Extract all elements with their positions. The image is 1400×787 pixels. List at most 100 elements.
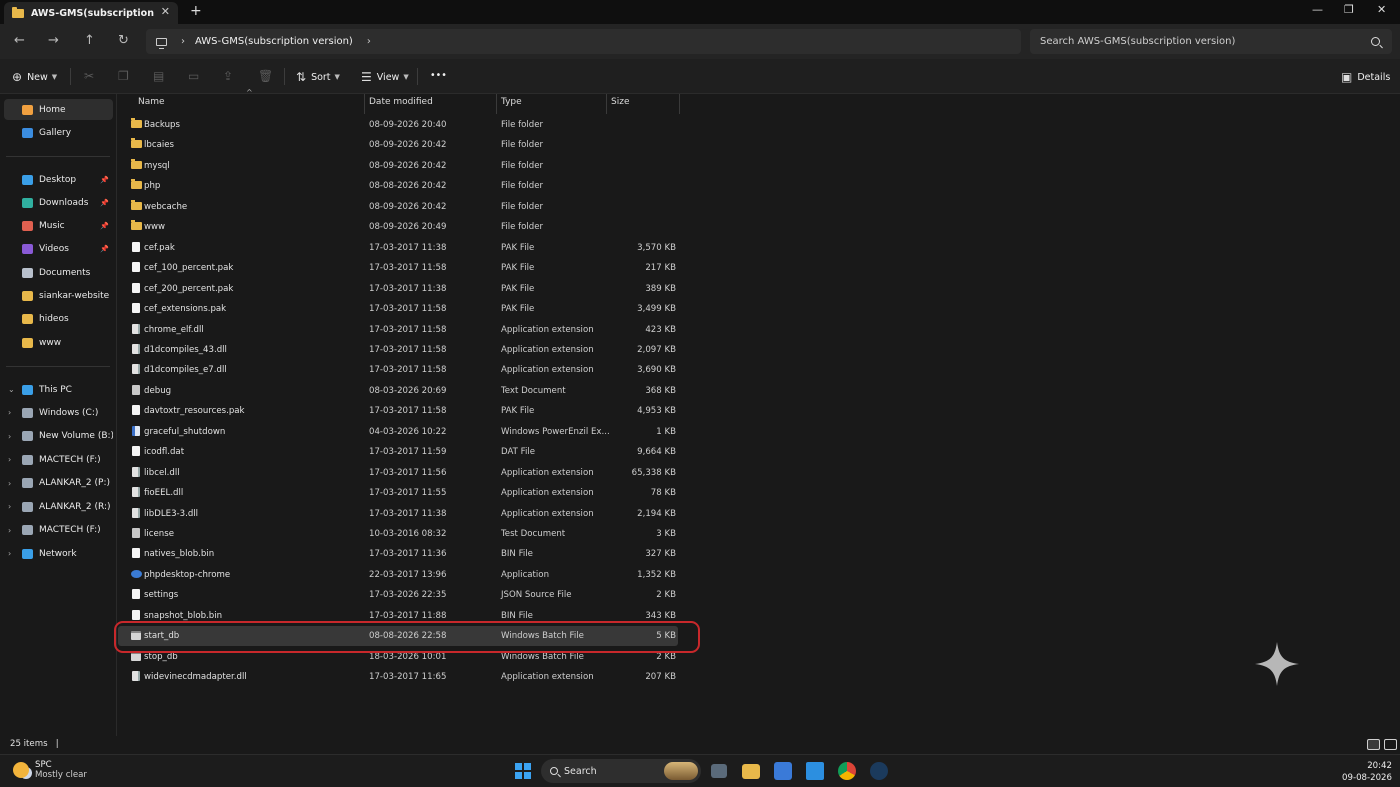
chevron-right-icon[interactable]: › (8, 549, 18, 558)
chevron-right-icon[interactable]: › (181, 36, 185, 47)
paste-icon[interactable]: ▤ (153, 69, 164, 83)
file-row[interactable]: davtoxtr_resources.pak 17-03-2017 11:58 PA… (118, 401, 678, 421)
tiles-view-button[interactable] (1384, 739, 1397, 750)
file-row[interactable]: libcel.dll 17-03-2017 11:56 Application ex… (118, 463, 678, 483)
taskbar-search[interactable]: Search (541, 759, 701, 783)
sidebar-item-network[interactable]: › Network (4, 543, 113, 564)
sidebar-item-videos[interactable]: Videos 📌 (4, 239, 113, 260)
file-row[interactable]: www 08-09-2026 20:49 File folder (118, 217, 678, 237)
forward-arrow-icon[interactable]: → (48, 33, 59, 48)
file-row[interactable]: cef_extensions.pak 17-03-2017 11:58 PAK Fi… (118, 299, 678, 319)
sidebar-item-this-pc[interactable]: ⌄ This PC (4, 379, 113, 400)
weather-title: SPC (35, 760, 52, 770)
file-row[interactable]: phpdesktop-chrome 22-03-2017 13:96 Applica… (118, 565, 678, 585)
column-header-type[interactable]: Type (501, 97, 522, 107)
column-header-date[interactable]: Date modified (369, 97, 433, 107)
file-row[interactable]: debug 08-03-2026 20:69 Text Document 368 KB (118, 381, 678, 401)
sidebar-item-siankar-website[interactable]: siankar-website (4, 286, 113, 307)
explorer-tab[interactable]: AWS-GMS(subscription version) ✕ (4, 2, 178, 24)
sidebar-item-desktop[interactable]: Desktop 📌 (4, 169, 113, 190)
new-button[interactable]: ⊕ New ▼ (12, 70, 57, 84)
file-row[interactable]: license 10-03-2016 08:32 Test Document 3 KB (118, 524, 678, 544)
sidebar-item-downloads[interactable]: Downloads 📌 (4, 192, 113, 213)
file-row[interactable]: cef_100_percent.pak 17-03-2017 11:58 PAK F… (118, 258, 678, 278)
sidebar-item-home[interactable]: Home (4, 99, 113, 120)
task-view-icon[interactable] (711, 764, 727, 778)
file-row[interactable]: graceful_shutdown 04-03-2026 10:22 Windows… (118, 422, 678, 442)
chrome-icon[interactable] (838, 762, 856, 780)
file-row[interactable]: mysql 08-09-2026 20:42 File folder (118, 156, 678, 176)
new-tab-button[interactable]: + (190, 3, 202, 19)
refresh-icon[interactable]: ↻ (118, 33, 129, 48)
back-arrow-icon[interactable]: ← (14, 33, 25, 48)
file-row[interactable]: libDLE3-3.dll 17-03-2017 11:38 Application… (118, 504, 678, 524)
file-row[interactable]: d1dcompiles_e7.dll 17-03-2017 11:58 Applic… (118, 360, 678, 380)
chevron-right-icon[interactable]: › (367, 36, 371, 47)
store-icon[interactable] (774, 762, 792, 780)
file-row[interactable]: d1dcompiles_43.dll 17-03-2017 11:58 Applic… (118, 340, 678, 360)
copy-icon[interactable]: ❐ (118, 69, 129, 83)
sidebar-item-music[interactable]: Music 📌 (4, 216, 113, 237)
up-arrow-icon[interactable]: ↑ (84, 33, 95, 48)
column-header-name[interactable]: Name (138, 97, 165, 107)
file-row[interactable]: fioEEL.dll 17-03-2017 11:55 Application ex… (118, 483, 678, 503)
file-row[interactable]: php 08-08-2026 20:42 File folder (118, 176, 678, 196)
sidebar-item-mactech-f[interactable]: › MACTECH (F:) (4, 520, 113, 541)
details-button[interactable]: ▣ Details (1341, 70, 1390, 84)
search-input[interactable]: Search AWS-GMS(subscription version) (1040, 36, 1371, 47)
file-row[interactable]: widevinecdmadapter.dll 17-03-2017 11:65 Ap… (118, 667, 678, 687)
file-row[interactable]: cef.pak 17-03-2017 11:38 PAK File 3,570 KB (118, 238, 678, 258)
sidebar-item-alankar-2-r[interactable]: › ALANKAR_2 (R:) (4, 496, 113, 517)
delete-icon[interactable]: 🗑 (258, 69, 273, 83)
chevron-right-icon[interactable]: › (8, 408, 18, 417)
close-window-button[interactable]: ✕ (1377, 3, 1386, 16)
vscode-icon[interactable] (806, 762, 824, 780)
file-row[interactable]: lbcaies 08-09-2026 20:42 File folder (118, 135, 678, 155)
sidebar-item-gallery[interactable]: Gallery (4, 122, 113, 143)
windows-start-icon[interactable] (515, 763, 531, 779)
sidebar-item-windows-c[interactable]: › Windows (C:) (4, 402, 113, 423)
steam-icon[interactable] (870, 762, 888, 780)
sidebar-item-alankar-2-p[interactable]: › ALANKAR_2 (P:) (4, 473, 113, 494)
sidebar-item-mactech-f[interactable]: › MACTECH (F:) (4, 449, 113, 470)
weather-widget[interactable]: SPC Mostly clear (13, 760, 87, 780)
clock[interactable]: 20:42 09-08-2026 (1342, 760, 1392, 784)
close-tab-icon[interactable]: ✕ (161, 5, 170, 18)
sort-button[interactable]: ⇅ Sort ▼ (296, 70, 340, 84)
sidebar-item-documents[interactable]: Documents (4, 262, 113, 283)
chevron-right-icon[interactable]: › (8, 526, 18, 535)
chevron-right-icon[interactable]: › (8, 502, 18, 511)
column-divider[interactable] (679, 94, 680, 114)
search-box[interactable]: Search AWS-GMS(subscription version) (1030, 29, 1392, 54)
view-button[interactable]: ☰ View ▼ (361, 70, 409, 84)
file-explorer-icon[interactable] (742, 764, 760, 779)
share-icon[interactable]: ⇪ (223, 69, 233, 83)
file-row[interactable]: webcache 08-09-2026 20:42 File folder (118, 197, 678, 217)
chevron-right-icon[interactable]: › (8, 479, 18, 488)
sidebar-item-hideos[interactable]: hideos (4, 309, 113, 330)
column-divider[interactable] (606, 94, 607, 114)
chevron-right-icon[interactable]: › (8, 432, 18, 441)
more-options-button[interactable]: ••• (430, 70, 447, 81)
minimize-button[interactable]: — (1312, 3, 1323, 16)
maximize-button[interactable]: ❐ (1344, 3, 1354, 16)
column-divider[interactable] (496, 94, 497, 114)
file-row[interactable]: icodfl.dat 17-03-2017 11:59 DAT File 9,664 … (118, 442, 678, 462)
sidebar-item-www[interactable]: www (4, 332, 113, 353)
chevron-right-icon[interactable]: › (8, 455, 18, 464)
details-view-button[interactable] (1367, 739, 1380, 750)
file-row[interactable]: chrome_elf.dll 17-03-2017 11:58 Applicatio… (118, 320, 678, 340)
column-divider[interactable] (364, 94, 365, 114)
file-row[interactable]: cef_200_percent.pak 17-03-2017 11:38 PAK F… (118, 279, 678, 299)
cut-icon[interactable]: ✂ (84, 69, 94, 83)
chevron-down-icon[interactable]: ⌄ (8, 385, 18, 394)
file-row[interactable]: natives_blob.bin 17-03-2017 11:36 BIN File… (118, 544, 678, 564)
breadcrumb-current-folder[interactable]: AWS-GMS(subscription version) (195, 36, 353, 47)
file-row[interactable]: settings 17-03-2026 22:35 JSON Source File… (118, 585, 678, 605)
rename-icon[interactable]: ▭ (188, 69, 199, 83)
sidebar-item-new-volume-b[interactable]: › New Volume (B:) (4, 426, 113, 447)
search-icon[interactable] (1371, 37, 1380, 46)
file-row[interactable]: Backups 08-09-2026 20:40 File folder (118, 115, 678, 135)
address-bar[interactable]: › AWS-GMS(subscription version) › (146, 29, 1021, 54)
column-header-size[interactable]: Size (611, 97, 629, 107)
